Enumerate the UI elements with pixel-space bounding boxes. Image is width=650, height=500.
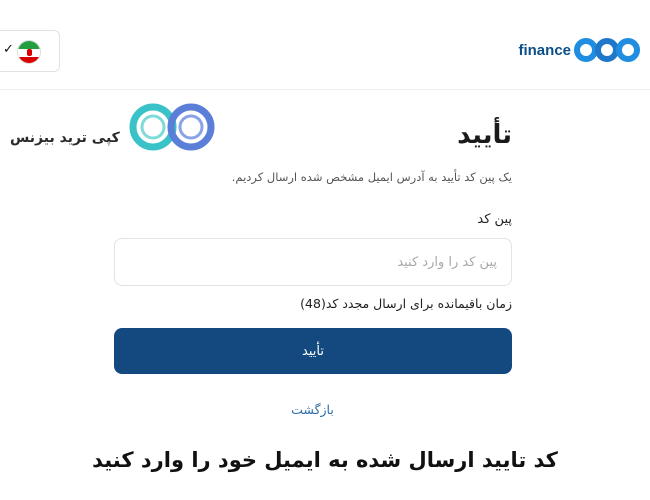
watermark-text: کپی ترید بیزنس <box>10 130 120 146</box>
brand-logo[interactable]: finance <box>518 34 640 66</box>
pin-label: پین کد <box>477 212 512 227</box>
pin-input[interactable] <box>114 238 512 286</box>
page-title: تأیید <box>457 120 512 150</box>
caption-text: کد تایید ارسال شده به ایمیل خود را وارد … <box>92 448 558 472</box>
page-description: یک پین کد تأیید به آدرس ایمیل مشخص شده ا… <box>231 170 512 184</box>
watermark: کپی ترید بیزنس <box>8 98 218 158</box>
opo-logo-icon <box>574 38 640 62</box>
iran-flag-icon <box>17 40 41 64</box>
back-link[interactable]: بازگشت <box>0 402 625 417</box>
watermark-infinity-icon <box>129 103 215 151</box>
top-header: ✓ finance <box>0 0 650 90</box>
resend-timer: زمان باقیمانده برای ارسال مجدد کد(48) <box>300 296 512 311</box>
checkmark-icon: ✓ <box>3 42 14 57</box>
confirm-button[interactable]: تأیید <box>114 328 512 374</box>
language-selector[interactable]: ✓ <box>0 30 60 72</box>
brand-text: finance <box>518 41 571 59</box>
